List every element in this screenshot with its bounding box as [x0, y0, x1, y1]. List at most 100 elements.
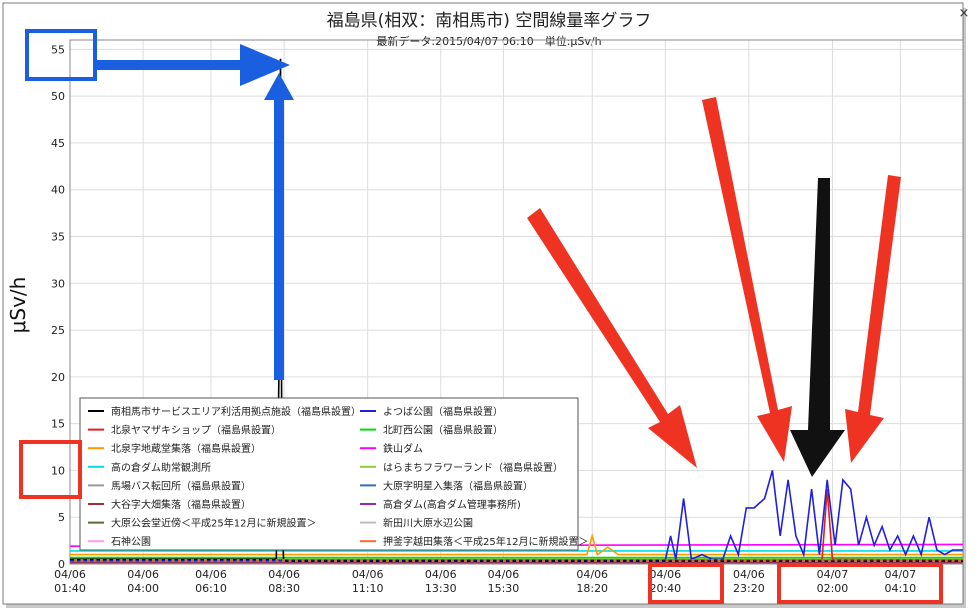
baseline-marker — [119, 559, 123, 562]
baseline-marker — [516, 559, 519, 562]
baseline-marker — [639, 559, 643, 562]
baseline-marker — [353, 559, 357, 562]
baseline-marker — [308, 559, 311, 562]
baseline-marker — [145, 559, 149, 562]
chart-window: × 福島県(相双：南相馬市) 空間線量率グラフ 最新データ:2015/04/07… — [0, 0, 975, 614]
baseline-marker — [795, 559, 799, 562]
legend-label: 大谷字大畑集落（福島県設置） — [111, 498, 251, 511]
baseline-marker — [860, 559, 864, 562]
baseline-marker — [178, 559, 181, 562]
baseline-marker — [763, 559, 766, 562]
baseline-marker — [347, 559, 350, 562]
baseline-marker — [444, 559, 448, 562]
y-tick-label: 40 — [51, 184, 65, 197]
legend-label: 大原字明星入集落（福島県設置） — [383, 479, 533, 492]
x-tick-time: 20:40 — [649, 582, 681, 595]
baseline-marker — [561, 559, 565, 562]
baseline-marker — [698, 559, 701, 562]
y-tick-label: 25 — [51, 324, 65, 337]
baseline-marker — [717, 559, 721, 562]
baseline-marker — [776, 559, 779, 562]
baseline-marker — [236, 559, 240, 562]
chart-title: 福島県(相双：南相馬市) 空間線量率グラフ — [327, 11, 652, 31]
legend-label: 鉄山ダム — [383, 442, 423, 455]
baseline-marker — [490, 559, 493, 562]
baseline-marker — [678, 559, 682, 562]
baseline-marker — [685, 559, 688, 562]
baseline-marker — [184, 559, 188, 562]
baseline-marker — [80, 559, 84, 562]
baseline-marker — [730, 559, 734, 562]
x-tick-date: 04/06 — [425, 568, 457, 581]
baseline-marker — [379, 559, 383, 562]
x-tick-date: 04/07 — [884, 568, 916, 581]
baseline-marker — [789, 559, 792, 562]
x-tick-date: 04/06 — [576, 568, 608, 581]
baseline-marker — [217, 559, 220, 562]
baseline-marker — [574, 559, 578, 562]
close-icon[interactable]: × — [959, 6, 970, 21]
baseline-marker — [340, 559, 344, 562]
baseline-marker — [171, 559, 175, 562]
baseline-marker — [607, 559, 610, 562]
baseline-marker — [587, 559, 591, 562]
baseline-marker — [418, 559, 422, 562]
baseline-marker — [522, 559, 526, 562]
baseline-marker — [321, 559, 324, 562]
y-tick-label: 45 — [51, 137, 65, 150]
baseline-marker — [399, 559, 402, 562]
baseline-marker — [672, 559, 675, 562]
y-tick-label: 35 — [51, 231, 65, 244]
baseline-marker — [243, 559, 246, 562]
baseline-marker — [834, 559, 838, 562]
baseline-marker — [509, 559, 513, 562]
baseline-marker — [295, 559, 298, 562]
baseline-marker — [743, 559, 747, 562]
baseline-marker — [126, 559, 129, 562]
baseline-marker — [87, 559, 90, 562]
baseline-marker — [529, 559, 532, 562]
baseline-marker — [594, 559, 597, 562]
x-tick-time: 11:10 — [352, 582, 384, 595]
baseline-marker — [360, 559, 363, 562]
y-tick-label: 55 — [51, 43, 65, 56]
baseline-marker — [665, 559, 669, 562]
x-tick-time: 04:00 — [127, 582, 159, 595]
baseline-marker — [626, 559, 630, 562]
y-tick-label: 20 — [51, 371, 65, 384]
baseline-marker — [548, 559, 552, 562]
baseline-marker — [269, 559, 272, 562]
baseline-marker — [880, 559, 883, 562]
baseline-marker — [425, 559, 428, 562]
x-tick-date: 04/06 — [268, 568, 300, 581]
baseline-marker — [873, 559, 877, 562]
baseline-marker — [451, 559, 454, 562]
baseline-marker — [899, 559, 903, 562]
x-tick-time: 02:00 — [817, 582, 849, 595]
x-tick-date: 04/06 — [488, 568, 520, 581]
baseline-marker — [438, 559, 441, 562]
baseline-marker — [906, 559, 909, 562]
baseline-marker — [568, 559, 571, 562]
baseline-marker — [938, 559, 942, 562]
legend-label: 大原公会堂近傍＜平成25年12月に新規設置＞ — [111, 517, 316, 530]
baseline-marker — [204, 559, 207, 562]
baseline-marker — [893, 559, 896, 562]
baseline-marker — [165, 559, 168, 562]
legend-label: 高倉ダム(高倉ダム管理事務所) — [383, 498, 521, 511]
x-tick-date: 04/06 — [733, 568, 765, 581]
baseline-marker — [106, 559, 110, 562]
baseline-marker — [652, 559, 656, 562]
baseline-marker — [821, 559, 825, 562]
y-tick-label: 5 — [58, 511, 65, 524]
baseline-marker — [334, 559, 337, 562]
legend-label: 石神公園 — [111, 535, 151, 548]
baseline-marker — [782, 559, 786, 562]
baseline-marker — [711, 559, 714, 562]
chart-subtitle: 最新データ:2015/04/07 06:10 単位:μSv/h — [376, 34, 601, 48]
baseline-marker — [496, 559, 500, 562]
x-tick-time: 18:20 — [576, 582, 608, 595]
baseline-marker — [132, 559, 136, 562]
baseline-marker — [581, 559, 584, 562]
legend-label: 高の倉ダム助常観測所 — [111, 461, 211, 474]
